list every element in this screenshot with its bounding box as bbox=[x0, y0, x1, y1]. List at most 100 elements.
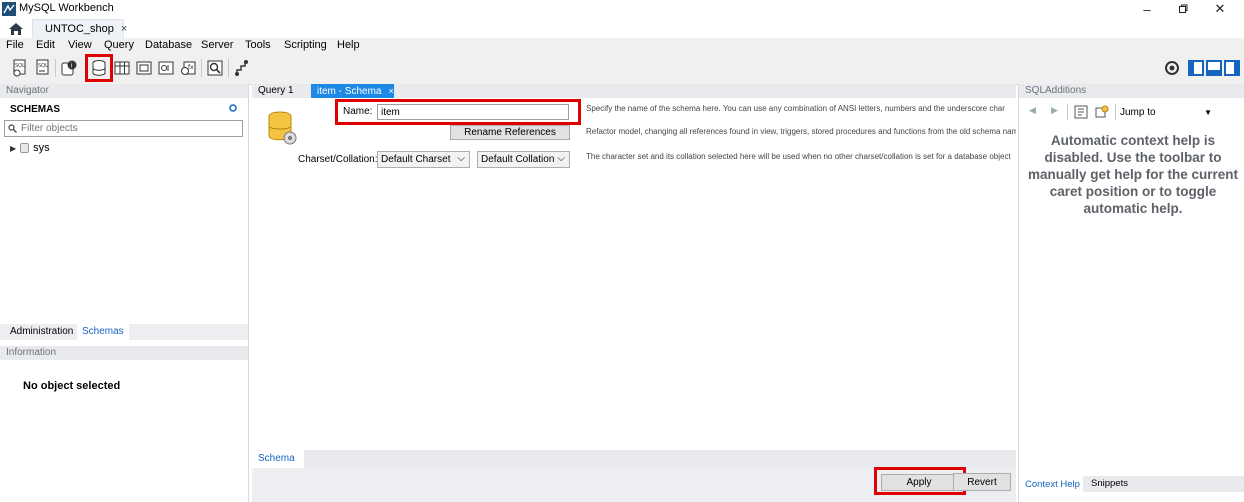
tab-schemas[interactable]: Schemas bbox=[77, 324, 129, 340]
menu-scripting[interactable]: Scripting bbox=[284, 39, 327, 51]
menu-edit[interactable]: Edit bbox=[36, 39, 55, 51]
chevron-down-icon: ⌵ bbox=[557, 153, 565, 164]
navigator-panel: Navigator SCHEMAS ▶ sys Administration S… bbox=[0, 84, 249, 502]
connection-tab-untoc-shop[interactable]: UNTOC_shop × bbox=[32, 19, 127, 38]
context-help-toolbar: ◀ ▶ Jump to ▼ bbox=[1019, 102, 1244, 122]
open-sql-script-button[interactable]: SQL bbox=[34, 59, 52, 77]
title-bar bbox=[0, 0, 1244, 18]
search-table-data-button[interactable] bbox=[206, 59, 224, 77]
create-procedure-button[interactable] bbox=[157, 59, 175, 77]
create-schema-button[interactable] bbox=[90, 59, 108, 77]
create-table-button[interactable] bbox=[113, 59, 131, 77]
menu-server[interactable]: Server bbox=[201, 39, 233, 51]
tab-item-schema-label: item - Schema bbox=[317, 85, 382, 97]
schema-item-sys[interactable]: ▶ sys bbox=[10, 141, 210, 155]
tab-administration[interactable]: Administration bbox=[10, 326, 73, 337]
toolbar-separator bbox=[201, 59, 202, 77]
schemas-heading: SCHEMAS bbox=[10, 104, 61, 115]
close-icon: ✕ bbox=[1214, 1, 1226, 16]
collation-select[interactable]: Default Collation ⌵ bbox=[477, 151, 570, 168]
connection-tab-strip bbox=[0, 18, 1244, 38]
close-tab-icon[interactable]: × bbox=[388, 86, 393, 96]
jump-to-select[interactable]: Jump to ▼ bbox=[1120, 104, 1220, 120]
new-sql-file-icon: SQL bbox=[13, 59, 26, 77]
search-icon bbox=[207, 60, 223, 76]
schema-editor: Query 1 item - Schema × Name: Rename Ref… bbox=[252, 84, 1016, 502]
reconnect-icon bbox=[235, 60, 248, 76]
home-icon bbox=[9, 22, 23, 35]
charset-help-text: The character set and its collation sele… bbox=[586, 152, 1011, 161]
info-icon: i bbox=[61, 60, 77, 76]
window-title: MySQL Workbench bbox=[19, 2, 114, 14]
tab-query-1[interactable]: Query 1 bbox=[258, 85, 294, 96]
view-icon bbox=[136, 61, 152, 75]
connection-tab-label: UNTOC_shop bbox=[45, 23, 114, 35]
close-window-button[interactable]: ✕ bbox=[1203, 0, 1237, 18]
search-icon bbox=[8, 124, 17, 133]
schema-name: sys bbox=[33, 142, 50, 154]
menu-query[interactable]: Query bbox=[104, 39, 134, 51]
back-arrow-icon[interactable]: ◀ bbox=[1029, 105, 1036, 116]
toggle-sidebar-button[interactable] bbox=[1188, 60, 1204, 76]
toolbar-separator bbox=[55, 59, 56, 77]
inspector-button[interactable]: i bbox=[60, 59, 78, 77]
tab-context-help[interactable]: Context Help bbox=[1019, 476, 1083, 492]
auto-help-icon[interactable] bbox=[1095, 105, 1109, 119]
maximize-button[interactable] bbox=[1166, 0, 1200, 18]
minimize-button[interactable]: – bbox=[1130, 0, 1164, 18]
toolbar-separator bbox=[228, 59, 229, 77]
tab-schema[interactable]: Schema bbox=[252, 450, 304, 468]
table-icon bbox=[114, 61, 130, 75]
create-function-button[interactable]: fx bbox=[179, 59, 197, 77]
revert-button[interactable]: Revert bbox=[953, 473, 1011, 491]
no-object-selected-text: No object selected bbox=[23, 380, 121, 392]
charset-collation-label: Charset/Collation: bbox=[298, 154, 378, 165]
filter-objects-input[interactable] bbox=[19, 121, 241, 136]
menu-view[interactable]: View bbox=[68, 39, 92, 51]
context-help-text: Automatic context help is disabled. Use … bbox=[1027, 133, 1239, 216]
svg-text:SQL: SQL bbox=[38, 63, 48, 69]
settings-button[interactable] bbox=[1163, 59, 1181, 77]
menu-help[interactable]: Help bbox=[337, 39, 360, 51]
svg-text:fx: fx bbox=[188, 64, 194, 71]
tab-snippets[interactable]: Snippets bbox=[1091, 478, 1128, 489]
forward-arrow-icon[interactable]: ▶ bbox=[1051, 105, 1058, 116]
name-help-text: Specify the name of the schema here. You… bbox=[586, 104, 1005, 113]
procedure-icon bbox=[158, 61, 174, 75]
collation-value: Default Collation bbox=[481, 154, 555, 165]
new-sql-tab-button[interactable]: SQL bbox=[11, 59, 29, 77]
create-view-button[interactable] bbox=[135, 59, 153, 77]
close-tab-icon[interactable]: × bbox=[121, 23, 127, 35]
rename-references-button[interactable]: Rename References bbox=[450, 125, 570, 140]
information-title: Information bbox=[0, 346, 248, 360]
filter-objects-box bbox=[4, 120, 243, 137]
open-sql-file-icon: SQL bbox=[36, 59, 49, 75]
charset-value: Default Charset bbox=[381, 154, 451, 165]
svg-text:SQL: SQL bbox=[15, 63, 25, 69]
toggle-output-button[interactable] bbox=[1206, 60, 1222, 76]
function-icon: fx bbox=[181, 61, 196, 75]
tab-item-schema[interactable]: item - Schema × bbox=[311, 84, 394, 98]
reconnect-button[interactable] bbox=[233, 59, 251, 77]
mysql-workbench-logo-icon bbox=[2, 2, 16, 16]
menu-database[interactable]: Database bbox=[145, 39, 192, 51]
database-icon bbox=[20, 143, 30, 153]
toggle-secondary-sidebar-button[interactable] bbox=[1224, 60, 1240, 76]
chevron-down-icon: ⌵ bbox=[457, 153, 465, 164]
menu-file[interactable]: File bbox=[6, 39, 24, 51]
expand-arrow-icon[interactable]: ▶ bbox=[10, 144, 16, 153]
rename-help-text: Refactor model, changing all references … bbox=[586, 127, 1016, 136]
gear-icon bbox=[1165, 61, 1179, 75]
panel-left-icon bbox=[1190, 62, 1194, 74]
jump-to-value: Jump to bbox=[1120, 106, 1156, 118]
schema-icon bbox=[266, 110, 298, 146]
charset-select[interactable]: Default Charset ⌵ bbox=[377, 151, 470, 168]
menu-tools[interactable]: Tools bbox=[245, 39, 271, 51]
refresh-schemas-button[interactable] bbox=[228, 103, 240, 115]
toolbar-separator bbox=[1115, 104, 1116, 120]
dropdown-arrow-icon: ▼ bbox=[1204, 107, 1212, 117]
navigator-bottom-tabs: Administration Schemas bbox=[0, 324, 248, 340]
home-tab[interactable] bbox=[3, 19, 29, 38]
manual-help-icon[interactable] bbox=[1074, 105, 1088, 119]
editor-bottom-tabs: Schema bbox=[252, 450, 1016, 468]
